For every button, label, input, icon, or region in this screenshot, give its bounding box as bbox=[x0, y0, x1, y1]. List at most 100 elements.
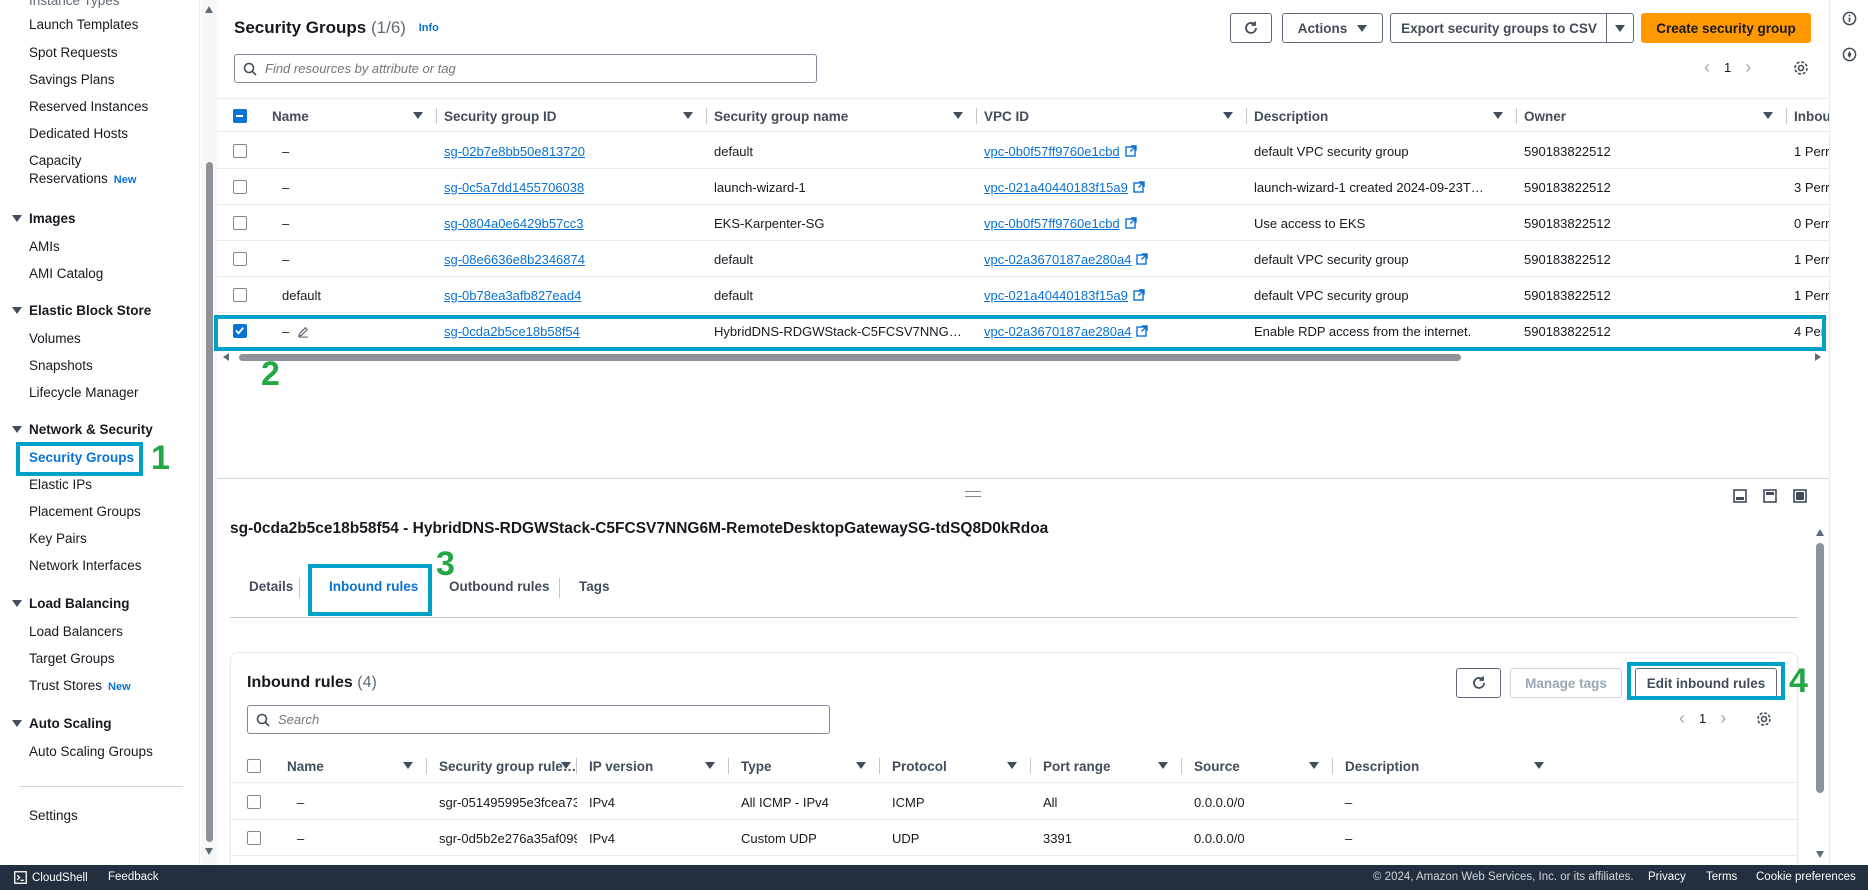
column-header-inbound[interactable]: Inbou bbox=[1787, 99, 1829, 133]
search-input[interactable] bbox=[265, 61, 781, 76]
row-checkbox[interactable] bbox=[233, 216, 247, 230]
table-row[interactable]: – sg-0c5a7dd1455706038 launch-wizard-1 vpc-… bbox=[217, 169, 1829, 205]
scrollbar-thumb[interactable] bbox=[206, 162, 213, 842]
column-header-sg-id[interactable]: Security group ID bbox=[437, 99, 707, 133]
cloudshell-button[interactable]: CloudShell bbox=[14, 871, 88, 884]
details-scrollbar[interactable] bbox=[1814, 529, 1826, 859]
sidebar-item-target-groups[interactable]: Target Groups bbox=[29, 651, 115, 666]
table-row[interactable]: – sgr-051495995e3fcea73 IPv4 All ICMP - IPv… bbox=[231, 784, 1797, 820]
tutorial-panel-button[interactable] bbox=[1842, 47, 1857, 65]
sidebar-item-ami-catalog[interactable]: AMI Catalog bbox=[29, 266, 103, 281]
sidebar-section-load-balancing[interactable]: Load Balancing bbox=[12, 596, 130, 611]
vpc-link[interactable]: vpc-021a40440183f15a9 bbox=[984, 180, 1128, 195]
vpc-link[interactable]: vpc-021a40440183f15a9 bbox=[984, 288, 1128, 303]
column-header-source[interactable]: Source bbox=[1182, 749, 1333, 783]
layout-split-icon[interactable] bbox=[1763, 489, 1777, 503]
table-row[interactable]: – sg-0804a0e6429b57cc3 EKS-Karpenter-SG vpc… bbox=[217, 205, 1829, 241]
tab-details[interactable]: Details bbox=[249, 579, 293, 594]
vpc-link[interactable]: vpc-02a3670187ae280a4 bbox=[984, 252, 1131, 267]
cell-vpc-id[interactable]: vpc-0b0f57ff9760e1cbd bbox=[984, 205, 1239, 241]
resource-search-box[interactable] bbox=[234, 54, 817, 83]
sidebar-item-load-balancers[interactable]: Load Balancers bbox=[29, 624, 123, 639]
sidebar-item-elastic-ips[interactable]: Elastic IPs bbox=[29, 477, 92, 492]
sidebar-item-spot-requests[interactable]: Spot Requests bbox=[29, 45, 118, 60]
sidebar-item-volumes[interactable]: Volumes bbox=[29, 331, 81, 346]
column-header-vpc-id[interactable]: VPC ID bbox=[977, 99, 1247, 133]
sidebar-item-launch-templates[interactable]: Launch Templates bbox=[29, 17, 138, 32]
chevron-left-icon[interactable]: ‹ bbox=[1704, 58, 1710, 76]
horizontal-scrollbar-thumb[interactable] bbox=[239, 354, 1461, 361]
refresh-rules-button[interactable] bbox=[1456, 668, 1501, 698]
rules-search-input[interactable] bbox=[278, 712, 794, 727]
chevron-right-icon[interactable]: › bbox=[1720, 709, 1726, 727]
export-csv-button[interactable]: Export security groups to CSV bbox=[1390, 13, 1608, 43]
sidebar-item-instance-types[interactable]: Instance Types bbox=[29, 0, 120, 8]
sidebar-item-amis[interactable]: AMIs bbox=[29, 239, 60, 254]
select-all-checkbox[interactable] bbox=[233, 109, 247, 123]
column-header-name[interactable]: Name bbox=[262, 99, 437, 133]
table-row[interactable]: default sg-0b78ea3afb827ead4 default vpc-02… bbox=[217, 277, 1829, 313]
create-security-group-button[interactable]: Create security group bbox=[1641, 13, 1811, 43]
refresh-button[interactable] bbox=[1230, 13, 1272, 43]
layout-bottom-icon[interactable] bbox=[1733, 489, 1747, 503]
column-header-rule-description[interactable]: Description bbox=[1333, 749, 1558, 783]
row-checkbox[interactable] bbox=[233, 180, 247, 194]
row-checkbox[interactable] bbox=[233, 144, 247, 158]
sidebar-section-images[interactable]: Images bbox=[12, 211, 76, 226]
tab-outbound-rules[interactable]: Outbound rules bbox=[449, 579, 550, 594]
info-link[interactable]: Info bbox=[419, 22, 439, 34]
sidebar-section-ebs[interactable]: Elastic Block Store bbox=[12, 303, 151, 318]
chevron-left-icon[interactable]: ‹ bbox=[1679, 709, 1685, 727]
scroll-up-icon[interactable] bbox=[1816, 529, 1824, 536]
column-header-type[interactable]: Type bbox=[729, 749, 880, 783]
cell-sg-id-link[interactable]: sg-0c5a7dd1455706038 bbox=[444, 169, 699, 205]
column-header-ip-version[interactable]: IP version bbox=[577, 749, 729, 783]
cookie-preferences-link[interactable]: Cookie preferences bbox=[1756, 871, 1856, 883]
row-checkbox[interactable] bbox=[233, 252, 247, 266]
tab-tags[interactable]: Tags bbox=[579, 579, 610, 594]
vpc-link[interactable]: vpc-0b0f57ff9760e1cbd bbox=[984, 144, 1120, 159]
sidebar-item-capacity-reservations[interactable]: Capacity Reservations New bbox=[29, 153, 136, 186]
sidebar-section-auto-scaling[interactable]: Auto Scaling bbox=[12, 716, 112, 731]
column-header-owner[interactable]: Owner bbox=[1517, 99, 1787, 133]
terms-link[interactable]: Terms bbox=[1706, 871, 1737, 883]
actions-button[interactable]: Actions bbox=[1282, 13, 1383, 43]
table-row[interactable]: – sg-02b7e8bb50e813720 default vpc-0b0f57ff… bbox=[217, 133, 1829, 169]
sidebar-item-snapshots[interactable]: Snapshots bbox=[29, 358, 93, 373]
rule-row-checkbox[interactable] bbox=[247, 831, 261, 845]
export-dropdown-button[interactable] bbox=[1606, 13, 1634, 43]
scrollbar-thumb[interactable] bbox=[1816, 543, 1824, 793]
cell-sg-id-link[interactable]: sg-02b7e8bb50e813720 bbox=[444, 133, 699, 169]
sidebar-item-network-interfaces[interactable]: Network Interfaces bbox=[29, 558, 142, 573]
scroll-left-icon[interactable] bbox=[223, 353, 229, 361]
row-checkbox[interactable] bbox=[233, 288, 247, 302]
column-header-port-range[interactable]: Port range bbox=[1031, 749, 1182, 783]
vpc-link[interactable]: vpc-0b0f57ff9760e1cbd bbox=[984, 216, 1120, 231]
sidebar-item-auto-scaling-groups[interactable]: Auto Scaling Groups bbox=[29, 744, 153, 759]
sidebar-item-reserved-instances[interactable]: Reserved Instances bbox=[29, 99, 148, 114]
privacy-link[interactable]: Privacy bbox=[1648, 871, 1686, 883]
cell-vpc-id[interactable]: vpc-0b0f57ff9760e1cbd bbox=[984, 133, 1239, 169]
table-row[interactable]: – sgr-0d5b2e276a35af099 IPv4 Custom UDP UDP 3… bbox=[231, 820, 1797, 856]
page-number[interactable]: 1 bbox=[1699, 711, 1706, 726]
rules-settings-button[interactable] bbox=[1756, 711, 1772, 730]
cell-sg-id-link[interactable]: sg-0804a0e6429b57cc3 bbox=[444, 205, 699, 241]
manage-tags-button[interactable]: Manage tags bbox=[1510, 668, 1622, 698]
cell-vpc-id[interactable]: vpc-021a40440183f15a9 bbox=[984, 277, 1239, 313]
cell-vpc-id[interactable]: vpc-021a40440183f15a9 bbox=[984, 169, 1239, 205]
resize-handle[interactable] bbox=[965, 491, 981, 497]
column-header-description[interactable]: Description bbox=[1247, 99, 1517, 133]
select-all-rules-checkbox[interactable] bbox=[247, 759, 261, 773]
sidebar-item-savings-plans[interactable]: Savings Plans bbox=[29, 72, 115, 87]
rules-search-box[interactable] bbox=[247, 705, 830, 734]
rule-row-checkbox[interactable] bbox=[247, 795, 261, 809]
table-row[interactable]: – sg-08e6636e8b2346874 default vpc-02a36701… bbox=[217, 241, 1829, 277]
column-header-sg-name[interactable]: Security group name bbox=[707, 99, 977, 133]
column-header-rule-name[interactable]: Name bbox=[277, 749, 427, 783]
layout-full-icon[interactable] bbox=[1793, 489, 1807, 503]
scroll-up-icon[interactable] bbox=[205, 6, 213, 13]
sidebar-scrollbar[interactable] bbox=[201, 0, 217, 865]
cell-vpc-id[interactable]: vpc-02a3670187ae280a4 bbox=[984, 241, 1239, 277]
sidebar-item-key-pairs[interactable]: Key Pairs bbox=[29, 531, 87, 546]
feedback-link[interactable]: Feedback bbox=[108, 871, 159, 883]
